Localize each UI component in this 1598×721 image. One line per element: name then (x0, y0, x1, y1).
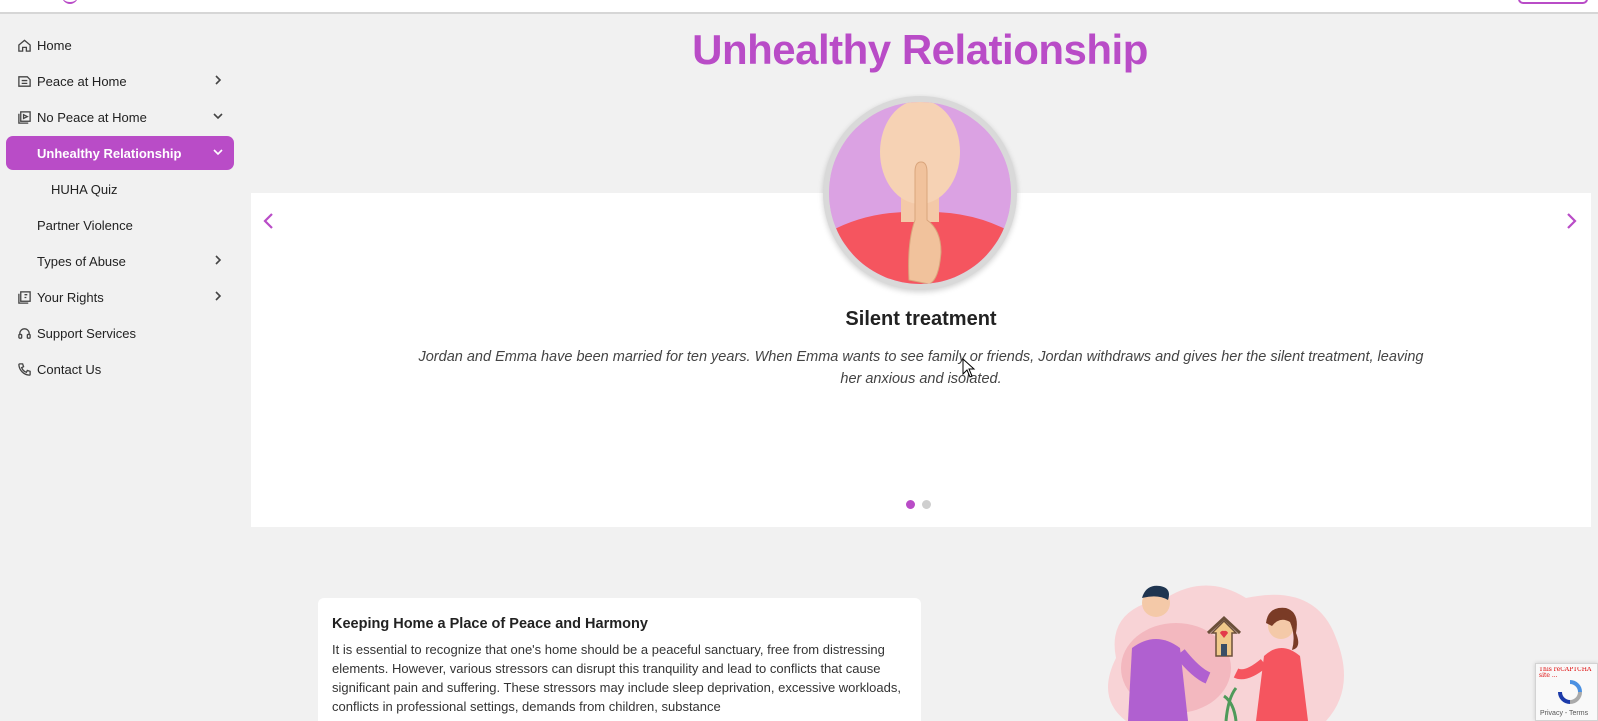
slide-illustration (823, 96, 1017, 290)
chevron-down-icon (212, 110, 226, 124)
sidebar-item-label: No Peace at Home (37, 109, 147, 125)
sidebar-item-label: Unhealthy Relationship (37, 145, 182, 161)
slide-title: Silent treatment (845, 308, 997, 330)
sidebar-item-huha-quiz[interactable]: HUHA Quiz (6, 172, 234, 206)
sidebar-item-home[interactable]: Home (6, 28, 234, 62)
sidebar-item-peace-at-home[interactable]: Peace at Home (6, 64, 234, 98)
logo[interactable] (62, 0, 78, 4)
sidebar-item-types-of-abuse[interactable]: Types of Abuse (6, 244, 234, 278)
card-body: It is essential to recognize that one's … (332, 642, 901, 714)
recaptcha-badge[interactable]: This reCAPTCHA site ... Privacy - Terms (1535, 663, 1598, 721)
chevron-right-icon (212, 290, 226, 304)
sidebar-item-label: Support Services (37, 325, 136, 341)
chevron-left-icon (263, 213, 273, 229)
sidebar-item-label: Home (37, 37, 72, 53)
home-icon (16, 37, 32, 53)
recaptcha-terms-link[interactable]: Privacy - Terms (1540, 710, 1588, 717)
header-button[interactable] (1518, 0, 1588, 4)
slide-description: Jordan and Emma have been married for te… (418, 349, 1424, 387)
chevron-right-icon (212, 74, 226, 88)
chevron-right-icon (1567, 213, 1577, 229)
phone-icon (16, 361, 32, 377)
stack-icon (16, 109, 32, 125)
sidebar-item-label: HUHA Quiz (51, 181, 118, 197)
sidebar-item-unhealthy-relationship[interactable]: Unhealthy Relationship (6, 136, 234, 170)
mouse-cursor-icon (962, 358, 976, 378)
sidebar-item-contact-us[interactable]: Contact Us (6, 352, 234, 386)
sidebar-item-label: Contact Us (37, 361, 102, 377)
carousel-dot-1[interactable] (906, 500, 915, 509)
sidebar-item-label: Partner Violence (37, 217, 133, 233)
sidebar-item-partner-violence[interactable]: Partner Violence (6, 208, 234, 242)
info-card: Keeping Home a Place of Peace and Harmon… (318, 598, 921, 721)
sidebar-item-no-peace-at-home[interactable]: No Peace at Home (6, 100, 234, 134)
chevron-right-icon (212, 254, 226, 268)
shush-person-image (829, 102, 1011, 284)
sidebar-item-support-services[interactable]: Support Services (6, 316, 234, 350)
sidebar-item-label: Your Rights (37, 289, 104, 305)
chevron-down-icon (212, 146, 226, 160)
recaptcha-icon (1558, 680, 1582, 704)
headset-icon (16, 325, 32, 341)
book-icon (16, 289, 32, 305)
carousel-dot-2[interactable] (922, 500, 931, 509)
carousel-pagination (906, 500, 931, 509)
peace-icon (16, 73, 32, 89)
card-title: Keeping Home a Place of Peace and Harmon… (332, 616, 648, 632)
sidebar: Home Peace at Home No Peace at Home Unhe… (0, 28, 240, 388)
sidebar-item-label: Types of Abuse (37, 253, 126, 269)
carousel-next-button[interactable] (1559, 209, 1583, 233)
sidebar-item-label: Peace at Home (37, 73, 127, 89)
page-title: Unhealthy Relationship (692, 26, 1148, 73)
couple-home-illustration (1108, 585, 1344, 721)
top-header (0, 0, 1598, 14)
carousel-prev-button[interactable] (257, 209, 281, 233)
sidebar-item-your-rights[interactable]: Your Rights (6, 280, 234, 314)
